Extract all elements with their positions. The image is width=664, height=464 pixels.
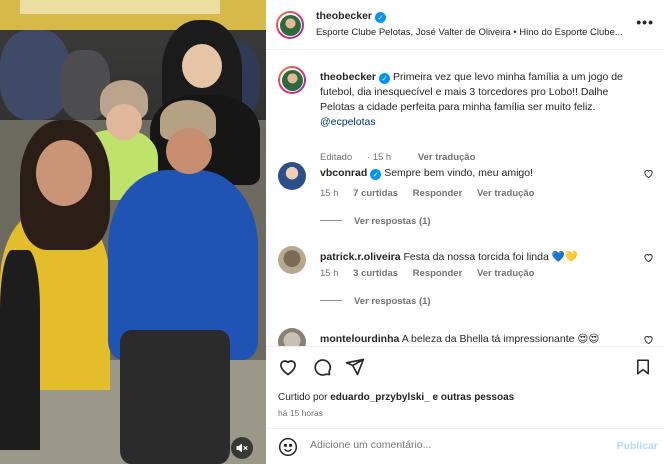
post-comment-button[interactable]: Publicar (617, 440, 658, 452)
caption-avatar[interactable] (278, 66, 306, 94)
comment-username[interactable]: montelourdinha (320, 333, 399, 345)
comment-body: montelourdinha A beleza da Bhella tá imp… (320, 332, 636, 346)
comment-like-icon[interactable] (643, 252, 654, 263)
comment-meta: 15 h 7 curtidas Responder Ver tradução (320, 188, 547, 199)
comment-translate[interactable]: Ver tradução (477, 268, 535, 279)
photo-girl-face (106, 104, 142, 140)
photo-boy-face (182, 44, 222, 88)
likes-prefix: Curtido por (278, 392, 328, 403)
heart-icon[interactable] (278, 357, 298, 377)
mute-button[interactable] (231, 437, 253, 459)
verified-icon: ✓ (375, 12, 387, 23)
share-icon[interactable] (345, 357, 365, 377)
photo-woman-jacket (0, 250, 40, 450)
photo-man-pants (120, 330, 230, 464)
post-timestamp[interactable]: há 15 horas (278, 408, 323, 418)
comment-age: 15 h (320, 188, 339, 199)
post-location[interactable]: Esporte Clube Pelotas, José Valter de Ol… (316, 27, 636, 38)
comment-avatar[interactable] (278, 162, 306, 190)
more-icon[interactable]: ••• (636, 14, 654, 30)
action-bar (266, 346, 664, 386)
caption-meta: Editado · 15 h Ver tradução (320, 152, 487, 163)
emoji-icon[interactable] (278, 437, 298, 457)
comment-text: A beleza da Bhella tá impressionante 😍😍 (401, 333, 600, 345)
comment-meta: 15 h 3 curtidas Responder Ver tradução (320, 268, 547, 279)
post-sidebar: theobecker ✓ Esporte Clube Pelotas, José … (266, 0, 664, 464)
comment-icon[interactable] (312, 357, 332, 377)
comment-avatar[interactable] (278, 328, 306, 346)
comment-text: Sempre bem vindo, meu amigo! (384, 167, 534, 179)
comment-username[interactable]: patrick.r.oliveira (320, 251, 401, 263)
post-photo[interactable] (0, 0, 266, 464)
comment-text: Festa da nossa torcida foi linda 💙💛 (403, 251, 578, 263)
likes-line: Curtido por eduardo_przybylski_ e outras… (278, 392, 514, 403)
comment-likes[interactable]: 7 curtidas (353, 188, 398, 199)
reply-button[interactable]: Responder (413, 188, 463, 199)
caption-edited: Editado · 15 h (320, 152, 392, 163)
comment-body: patrick.r.oliveira Festa da nossa torcid… (320, 250, 636, 265)
comment-username[interactable]: vbconrad (320, 167, 367, 179)
comment-body: vbconrad ✓ Sempre bem vindo, meu amigo! (320, 166, 636, 181)
view-replies-button[interactable]: Ver respostas (1) (320, 216, 431, 227)
mention-link[interactable]: @ecpelotas (320, 116, 376, 128)
post-header: theobecker ✓ Esporte Clube Pelotas, José … (266, 0, 664, 50)
liker-username[interactable]: eduardo_przybylski_ (330, 392, 429, 403)
caption-username[interactable]: theobecker (320, 71, 376, 83)
view-replies-button[interactable]: Ver respostas (1) (320, 296, 431, 307)
verified-icon: ✓ (379, 73, 391, 84)
photo-man-face (166, 128, 212, 174)
author-avatar[interactable] (276, 11, 304, 39)
comment-likes[interactable]: 3 curtidas (353, 268, 398, 279)
comment-like-icon[interactable] (643, 334, 654, 345)
comment-input[interactable] (310, 439, 600, 451)
reply-button[interactable]: Responder (413, 268, 463, 279)
mute-icon (236, 443, 248, 453)
photo-woman-face (36, 140, 92, 206)
author-username[interactable]: theobecker (316, 10, 372, 22)
comment-translate[interactable]: Ver tradução (477, 188, 535, 199)
comment-like-icon[interactable] (643, 168, 654, 179)
caption-body: theobecker ✓ Primeira vez que levo minha … (320, 70, 636, 130)
add-comment-bar: Publicar (266, 428, 664, 464)
author-name-row: theobecker ✓ (316, 10, 387, 23)
caption-translate[interactable]: Ver tradução (418, 152, 476, 163)
likes-others[interactable]: e outras pessoas (433, 392, 515, 403)
photo-stadium-light (20, 0, 220, 14)
comment-avatar[interactable] (278, 246, 306, 274)
comment-age: 15 h (320, 268, 339, 279)
verified-icon: ✓ (370, 169, 382, 180)
bookmark-icon[interactable] (634, 357, 652, 377)
comments-list: theobecker ✓ Primeira vez que levo minha … (266, 50, 664, 346)
